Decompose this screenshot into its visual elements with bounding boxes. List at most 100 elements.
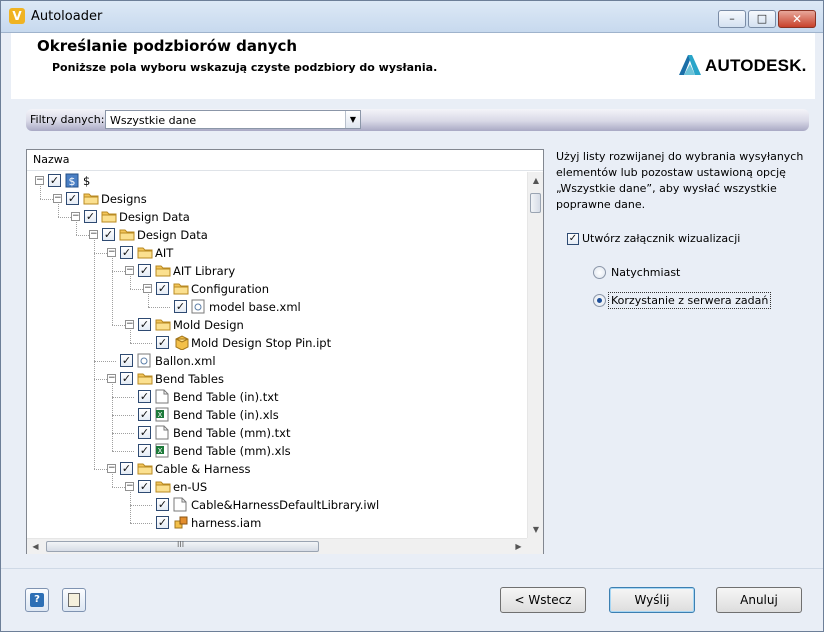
node-checkbox-icon[interactable]: ✓ <box>138 426 151 439</box>
tree-node[interactable]: ✓ Bend Table (in).txt <box>27 388 507 406</box>
scroll-right-icon[interactable]: ▶ <box>510 539 527 555</box>
filter-dropdown[interactable]: Wszystkie dane ▼ <box>105 110 361 129</box>
collapse-toggle-icon[interactable]: − <box>125 482 134 491</box>
tree-node-label: en-US <box>173 480 208 494</box>
node-checkbox-icon[interactable]: ✓ <box>84 210 97 223</box>
tree-node[interactable]: − ✓ $ $ <box>27 172 507 190</box>
collapse-toggle-icon[interactable]: − <box>125 266 134 275</box>
window-title: Autoloader <box>31 9 103 24</box>
node-checkbox-icon[interactable]: ✓ <box>156 282 169 295</box>
grip-icon: III <box>177 540 185 549</box>
node-checkbox-icon[interactable]: ✓ <box>120 354 133 367</box>
tree-node[interactable]: − ✓ Design Data <box>27 208 507 226</box>
tree-guide-line <box>130 343 152 344</box>
autodesk-logo-text: AUTODESK. <box>705 56 807 75</box>
node-checkbox-icon[interactable]: ✓ <box>138 480 151 493</box>
node-checkbox-icon[interactable]: ✓ <box>138 390 151 403</box>
tree-node[interactable]: ✓ Bend Table (mm).txt <box>27 424 507 442</box>
radio-button-selected-icon[interactable] <box>593 294 606 307</box>
collapse-toggle-icon[interactable]: − <box>53 194 62 203</box>
collapse-toggle-icon[interactable]: − <box>143 284 152 293</box>
scroll-down-icon[interactable]: ▼ <box>528 521 544 538</box>
node-checkbox-icon[interactable]: ✓ <box>66 192 79 205</box>
collapse-toggle-icon[interactable]: − <box>35 176 44 185</box>
tree-guide-line <box>94 361 116 362</box>
node-checkbox-icon[interactable]: ✓ <box>120 372 133 385</box>
maximize-button[interactable]: □ <box>748 10 776 28</box>
xml-file-icon <box>191 299 207 314</box>
page-title: Określanie podzbiorów danych <box>37 37 298 55</box>
title-bar[interactable]: V Autoloader – □ ✕ <box>1 1 823 33</box>
tree-node[interactable]: − ✓ en-US <box>27 478 507 496</box>
node-checkbox-icon[interactable]: ✓ <box>138 318 151 331</box>
node-checkbox-icon[interactable]: ✓ <box>156 336 169 349</box>
node-checkbox-icon[interactable]: ✓ <box>120 462 133 475</box>
tree-node[interactable]: ✓ X Bend Table (mm).xls <box>27 442 507 460</box>
autodesk-logo-icon <box>679 55 701 75</box>
horizontal-scroll-thumb[interactable]: III <box>46 540 319 552</box>
collapse-toggle-icon[interactable]: − <box>71 212 80 221</box>
node-checkbox-icon[interactable]: ✓ <box>138 444 151 457</box>
cancel-button[interactable]: Anuluj <box>716 587 802 613</box>
excel-file-icon: X <box>155 407 171 422</box>
collapse-toggle-icon[interactable]: − <box>89 230 98 239</box>
vertical-scroll-thumb[interactable] <box>530 193 541 213</box>
horizontal-scrollbar[interactable]: ◀ III ▶ <box>27 538 543 554</box>
collapse-toggle-icon[interactable]: − <box>125 320 134 329</box>
tree-node[interactable]: − ✓ Cable & Harness <box>27 460 507 478</box>
tree-node[interactable]: ✓ Cable&HarnessDefaultLibrary.iwl <box>27 496 507 514</box>
tree-node[interactable]: − ✓ Mold Design <box>27 316 507 334</box>
collapse-toggle-icon[interactable]: − <box>107 248 116 257</box>
minimize-icon: – <box>729 12 735 25</box>
chevron-down-icon[interactable]: ▼ <box>345 111 360 128</box>
tree-node[interactable]: ✓ harness.iam <box>27 514 507 532</box>
tree-column-header[interactable]: Nazwa <box>27 150 543 171</box>
node-checkbox-icon[interactable]: ✓ <box>174 300 187 313</box>
send-button[interactable]: Wyślij <box>609 587 695 613</box>
collapse-toggle-icon[interactable]: − <box>107 464 116 473</box>
tree-node-label: harness.iam <box>191 516 262 530</box>
tree-node[interactable]: ✓ Mold Design Stop Pin.ipt <box>27 334 507 352</box>
folder-icon <box>101 209 117 224</box>
tree-node[interactable]: ✓ X Bend Table (in).xls <box>27 406 507 424</box>
folder-icon <box>155 317 171 332</box>
tree-node[interactable]: ✓ model base.xml <box>27 298 507 316</box>
help-button[interactable]: ? <box>25 588 49 612</box>
tree-node[interactable]: − ✓ AIT <box>27 244 507 262</box>
tree-node[interactable]: − ✓ Designs <box>27 190 507 208</box>
scroll-up-icon[interactable]: ▲ <box>528 172 544 189</box>
tree-node[interactable]: − ✓ Configuration <box>27 280 507 298</box>
vertical-scrollbar[interactable]: ▲ ▼ <box>527 172 543 538</box>
tree-node[interactable]: − ✓ Design Data <box>27 226 507 244</box>
collapse-toggle-icon[interactable]: − <box>107 374 116 383</box>
radio-job-server[interactable]: Korzystanie z serwera zadań <box>593 292 793 312</box>
text-file-icon <box>155 425 171 440</box>
node-checkbox-icon[interactable]: ✓ <box>156 516 169 529</box>
node-checkbox-icon[interactable]: ✓ <box>48 174 61 187</box>
radio-immediately-label: Natychmiast <box>611 266 681 279</box>
text-file-icon <box>173 497 189 512</box>
tree-node-label: Designs <box>101 192 147 206</box>
tree-node[interactable]: ✓ Ballon.xml <box>27 352 507 370</box>
back-button[interactable]: < Wstecz <box>500 587 586 613</box>
excel-file-icon: X <box>155 443 171 458</box>
node-checkbox-icon[interactable]: ✓ <box>138 264 151 277</box>
node-checkbox-icon[interactable]: ✓ <box>102 228 115 241</box>
close-button[interactable]: ✕ <box>778 10 816 28</box>
radio-immediately[interactable]: Natychmiast <box>593 264 793 284</box>
radio-button-icon[interactable] <box>593 266 606 279</box>
data-tree[interactable]: − ✓ $ $ − ✓ Designs − ✓ Design Data − ✓ Design Data −… <box>27 172 527 538</box>
node-checkbox-icon[interactable]: ✓ <box>120 246 133 259</box>
tree-node[interactable]: − ✓ AIT Library <box>27 262 507 280</box>
tree-node[interactable]: − ✓ Bend Tables <box>27 370 507 388</box>
node-checkbox-icon[interactable]: ✓ <box>156 498 169 511</box>
clipboard-button[interactable] <box>62 588 86 612</box>
checkbox-icon[interactable]: ✓ <box>567 233 579 245</box>
scroll-left-icon[interactable]: ◀ <box>27 539 44 555</box>
tree-guide-line <box>58 217 71 218</box>
tree-node-label: Mold Design Stop Pin.ipt <box>191 336 332 350</box>
node-checkbox-icon[interactable]: ✓ <box>138 408 151 421</box>
minimize-button[interactable]: – <box>718 10 746 28</box>
tree-guide-line <box>130 289 143 290</box>
tree-guide-line <box>94 469 107 470</box>
